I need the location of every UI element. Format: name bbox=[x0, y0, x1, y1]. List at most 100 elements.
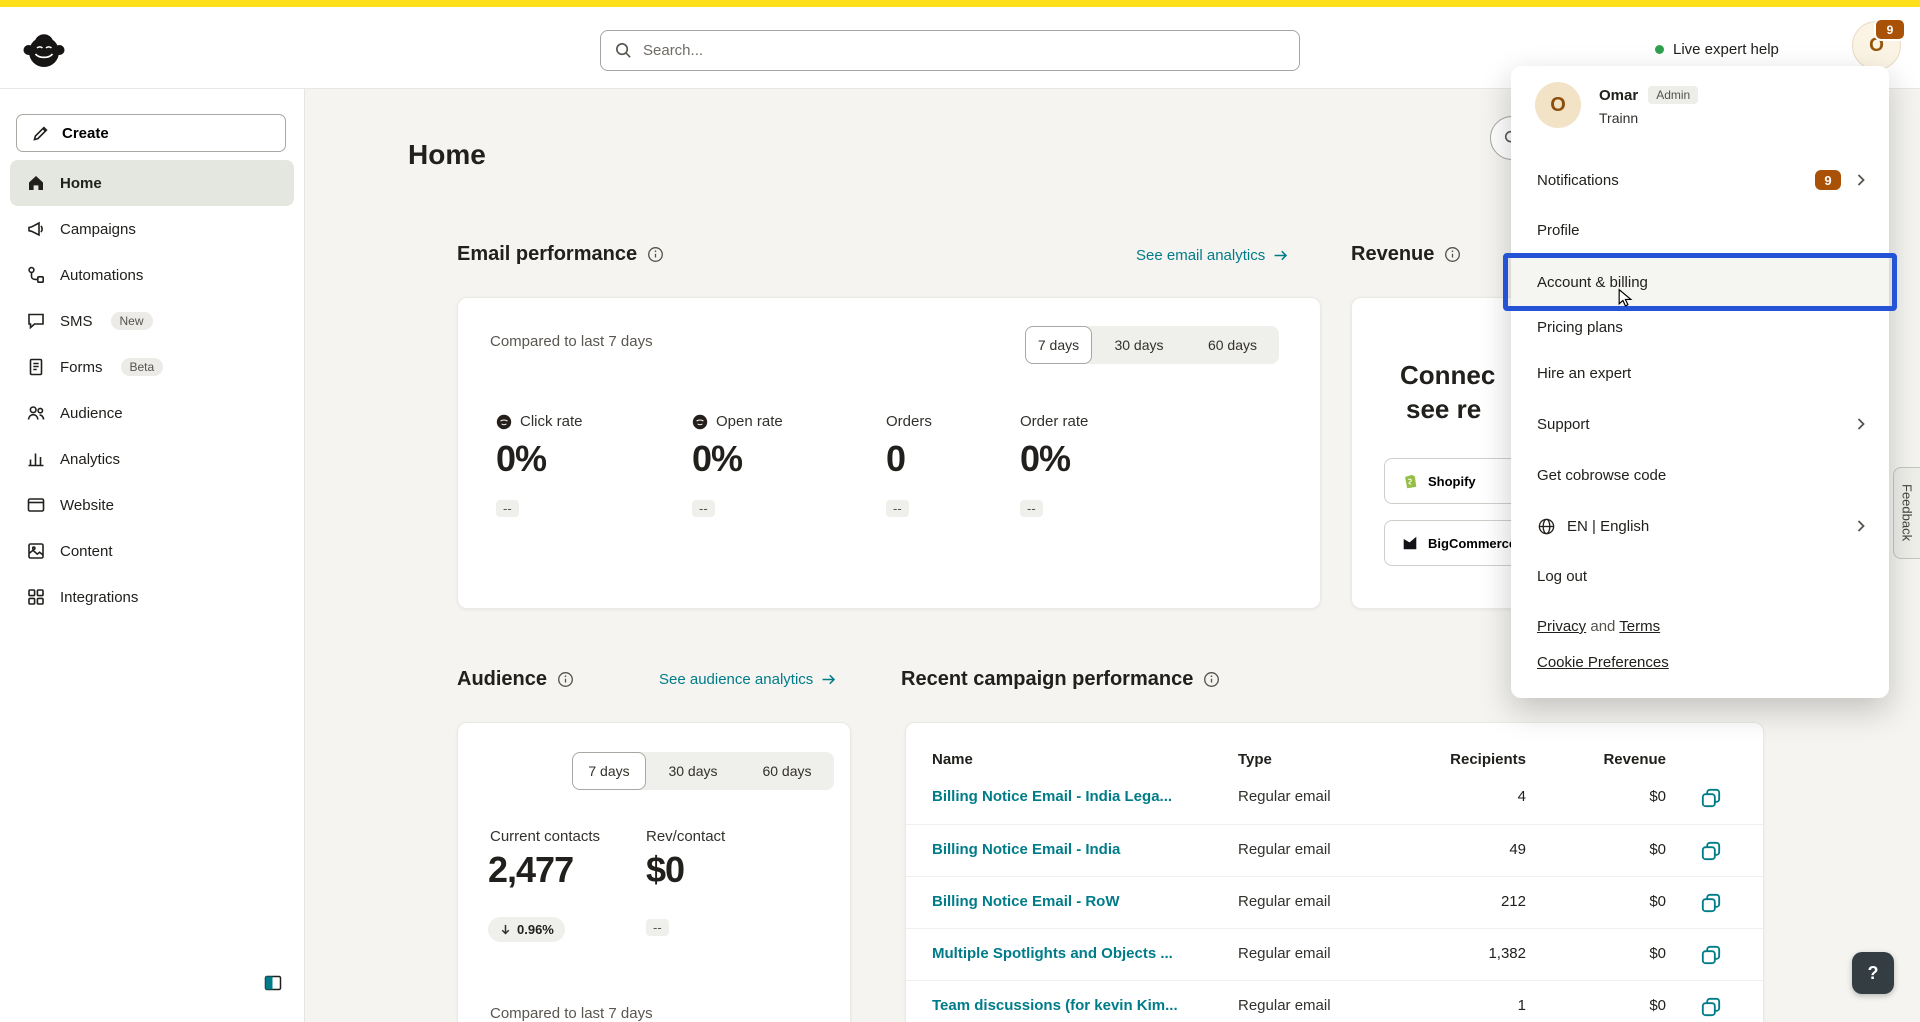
table-row: Billing Notice Email - RoW Regular email… bbox=[906, 876, 1763, 929]
metric-value: 0 bbox=[886, 438, 932, 480]
audience-card: 7 days 30 days 60 days Current contacts … bbox=[457, 722, 851, 1022]
see-audience-analytics-link[interactable]: See audience analytics bbox=[659, 671, 837, 688]
col-type: Type bbox=[1238, 751, 1272, 768]
search-input[interactable] bbox=[600, 30, 1300, 71]
table-row: Billing Notice Email - India Lega... Reg… bbox=[906, 772, 1763, 824]
conjunction-text: and bbox=[1590, 618, 1615, 635]
campaign-link[interactable]: Team discussions (for kevin Kim... bbox=[932, 997, 1178, 1014]
brand-accent-bar bbox=[0, 0, 1920, 7]
cookie-preferences-link[interactable]: Cookie Preferences bbox=[1537, 654, 1669, 671]
mailchimp-logo[interactable] bbox=[20, 25, 68, 73]
menu-item-profile[interactable]: Profile bbox=[1511, 210, 1889, 250]
sidebar-item-integrations[interactable]: Integrations bbox=[10, 574, 294, 620]
help-button[interactable]: ? bbox=[1852, 952, 1894, 994]
chevron-right-icon bbox=[1853, 518, 1869, 534]
account-avatar-button[interactable]: O 9 bbox=[1852, 21, 1901, 70]
live-expert-help-button[interactable]: Live expert help bbox=[1655, 41, 1779, 58]
campaign-link[interactable]: Billing Notice Email - India bbox=[932, 841, 1120, 858]
rev-per-contact-label: Rev/contact bbox=[646, 828, 725, 845]
mini-logo-icon bbox=[496, 414, 512, 430]
sidebar-item-automations[interactable]: Automations bbox=[10, 252, 294, 298]
info-icon[interactable] bbox=[1444, 246, 1461, 263]
sidebar-item-sms[interactable]: SMS New bbox=[10, 298, 294, 344]
col-name: Name bbox=[932, 751, 973, 768]
grid-icon bbox=[26, 587, 46, 607]
info-icon[interactable] bbox=[557, 671, 574, 688]
arrow-right-icon bbox=[820, 671, 837, 688]
sidebar-item-label: Audience bbox=[60, 405, 123, 422]
sidebar-item-label: Home bbox=[60, 175, 102, 192]
duplicate-campaign-icon[interactable] bbox=[1699, 839, 1723, 863]
sidebar-item-forms[interactable]: Forms Beta bbox=[10, 344, 294, 390]
tab-30-days[interactable]: 30 days bbox=[1092, 326, 1186, 364]
menu-item-hire-expert[interactable]: Hire an expert bbox=[1511, 353, 1889, 393]
global-search bbox=[600, 30, 1300, 71]
duplicate-campaign-icon[interactable] bbox=[1699, 995, 1723, 1019]
live-expert-help-label: Live expert help bbox=[1673, 41, 1779, 58]
create-button[interactable]: Create bbox=[16, 114, 286, 152]
user-name: Omar Admin bbox=[1599, 86, 1698, 104]
sidebar-item-analytics[interactable]: Analytics bbox=[10, 436, 294, 482]
create-label: Create bbox=[62, 125, 109, 142]
sidebar-item-label: SMS bbox=[60, 313, 93, 330]
privacy-link[interactable]: Privacy bbox=[1537, 618, 1586, 635]
terms-link[interactable]: Terms bbox=[1619, 618, 1660, 635]
tab-60-days[interactable]: 60 days bbox=[740, 752, 834, 790]
sidebar-item-campaigns[interactable]: Campaigns bbox=[10, 206, 294, 252]
duplicate-campaign-icon[interactable] bbox=[1699, 891, 1723, 915]
sidebar-item-label: Integrations bbox=[60, 589, 138, 606]
campaign-recipients: 1 bbox=[1406, 997, 1526, 1014]
menu-footer-cookie: Cookie Preferences bbox=[1537, 654, 1669, 671]
metric-value: 0% bbox=[692, 438, 783, 480]
campaign-link[interactable]: Billing Notice Email - RoW bbox=[932, 893, 1120, 910]
sidebar-item-label: Analytics bbox=[60, 451, 120, 468]
compared-label: Compared to last 7 days bbox=[490, 1005, 653, 1022]
feedback-tab[interactable]: Feedback bbox=[1893, 467, 1920, 559]
campaign-recipients: 49 bbox=[1406, 841, 1526, 858]
campaign-recipients: 212 bbox=[1406, 893, 1526, 910]
menu-item-language[interactable]: EN | English bbox=[1511, 506, 1889, 546]
sidebar-nav-list: Home Campaigns Automations SMS New bbox=[0, 160, 304, 620]
duplicate-campaign-icon[interactable] bbox=[1699, 786, 1723, 810]
people-icon bbox=[26, 403, 46, 423]
duplicate-campaign-icon[interactable] bbox=[1699, 943, 1723, 967]
bar-chart-icon bbox=[26, 449, 46, 469]
info-icon[interactable] bbox=[1203, 671, 1220, 688]
sidebar-item-audience[interactable]: Audience bbox=[10, 390, 294, 436]
arrow-right-icon bbox=[1272, 247, 1289, 264]
campaign-link[interactable]: Billing Notice Email - India Lega... bbox=[932, 788, 1172, 805]
campaign-recipients: 1,382 bbox=[1406, 945, 1526, 962]
account-dropdown-menu: O Omar Admin Trainn Notifications 9 Prof… bbox=[1511, 66, 1889, 698]
tab-7-days[interactable]: 7 days bbox=[572, 752, 646, 790]
campaign-revenue: $0 bbox=[1566, 945, 1666, 962]
collapse-sidebar-icon[interactable] bbox=[263, 973, 283, 993]
new-badge: New bbox=[111, 312, 153, 330]
info-icon[interactable] bbox=[647, 246, 664, 263]
sidebar-item-content[interactable]: Content bbox=[10, 528, 294, 574]
search-icon bbox=[614, 41, 633, 60]
mini-logo-icon bbox=[692, 414, 708, 430]
menu-item-account-billing[interactable]: Account & billing bbox=[1511, 257, 1889, 307]
arrow-down-icon bbox=[499, 923, 512, 936]
tab-7-days[interactable]: 7 days bbox=[1025, 326, 1092, 364]
metric-sub: -- bbox=[1020, 500, 1043, 517]
tab-60-days[interactable]: 60 days bbox=[1186, 326, 1279, 364]
campaign-type: Regular email bbox=[1238, 997, 1331, 1014]
email-range-tabs: 7 days 30 days 60 days bbox=[1025, 326, 1279, 364]
metric-sub: -- bbox=[496, 500, 519, 517]
campaign-link[interactable]: Multiple Spotlights and Objects ... bbox=[932, 945, 1173, 962]
menu-item-support[interactable]: Support bbox=[1511, 404, 1889, 444]
menu-item-notifications[interactable]: Notifications 9 bbox=[1511, 160, 1889, 200]
campaign-performance-card: Name Type Recipients Revenue Billing Not… bbox=[905, 722, 1764, 1022]
tab-30-days[interactable]: 30 days bbox=[646, 752, 740, 790]
sidebar-item-home[interactable]: Home bbox=[10, 160, 294, 206]
metric-orders: Orders 0 -- bbox=[886, 413, 932, 518]
sidebar-item-website[interactable]: Website bbox=[10, 482, 294, 528]
menu-item-cobrowse[interactable]: Get cobrowse code bbox=[1511, 455, 1889, 495]
audience-title: Audience bbox=[457, 668, 574, 691]
menu-item-pricing-plans[interactable]: Pricing plans bbox=[1511, 307, 1889, 347]
see-email-analytics-link[interactable]: See email analytics bbox=[1136, 247, 1289, 264]
menu-item-logout[interactable]: Log out bbox=[1511, 556, 1889, 596]
current-contacts-value: 2,477 bbox=[488, 849, 573, 891]
metric-order-rate: Order rate 0% -- bbox=[1020, 413, 1088, 518]
